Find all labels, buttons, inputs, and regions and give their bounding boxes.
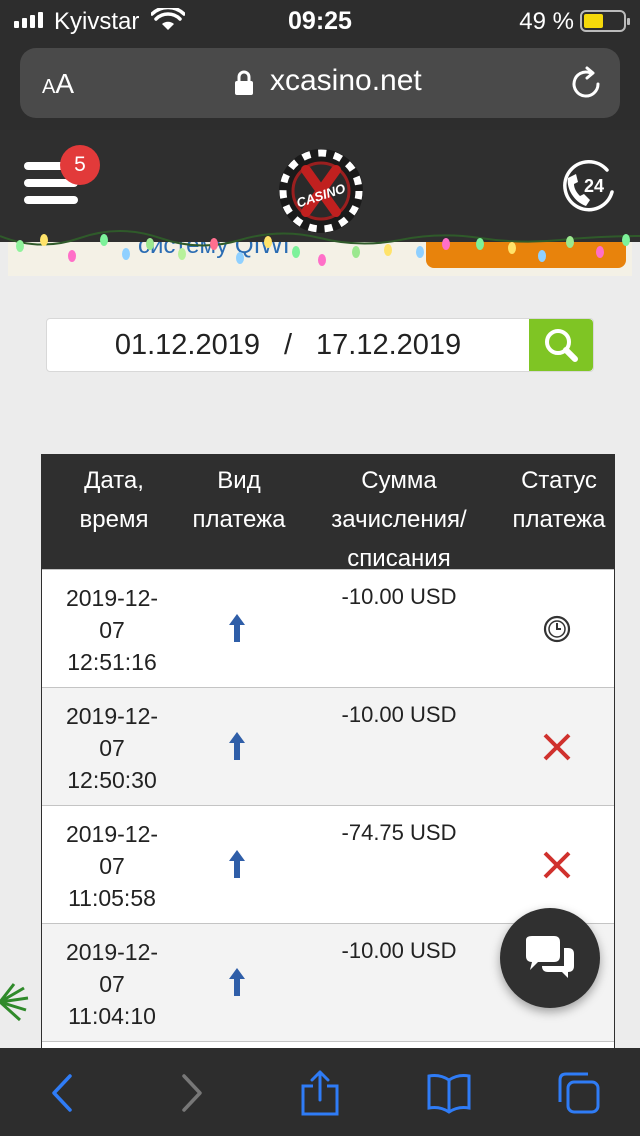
battery-icon <box>580 10 630 32</box>
table-row: 2019-12- 07 12:50:30 -10.00 USD <box>42 687 614 805</box>
row-datetime: 2019-12- 07 12:50:30 <box>65 703 159 793</box>
palm-leaf-decoration <box>0 983 29 1022</box>
arrow-up-icon <box>229 732 245 760</box>
forward-icon[interactable] <box>168 1070 214 1116</box>
battery-percent: 49 % <box>519 8 574 35</box>
date-to[interactable]: 17.12.2019 <box>316 329 461 361</box>
col-header-status: Статус платежа <box>512 467 606 533</box>
col-header-type: Вид платежа <box>192 467 286 533</box>
arrow-up-icon <box>229 850 245 878</box>
text-size-button[interactable]: AA <box>42 68 74 100</box>
casino-logo[interactable]: CASINO <box>278 148 364 234</box>
arrow-up-icon <box>229 968 245 996</box>
search-button[interactable] <box>529 319 593 371</box>
col-header-date: Дата, время <box>79 467 149 533</box>
battery-fill <box>584 14 603 28</box>
url-text[interactable]: xcasino.net <box>270 64 422 98</box>
row-amount: -74.75 USD <box>341 820 457 845</box>
arrow-up-icon <box>229 614 245 642</box>
col-header-amount: Сумма зачисления/ списания <box>331 467 467 572</box>
date-from[interactable]: 01.12.2019 <box>115 329 260 361</box>
row-amount: -10.00 USD <box>341 938 457 963</box>
back-icon[interactable] <box>40 1070 86 1116</box>
date-range-filter[interactable]: 01.12.2019 / 17.12.2019 <box>46 318 594 372</box>
site-header: 5 CASINO 24 <box>0 130 640 242</box>
row-datetime: 2019-12- 07 11:05:58 <box>65 821 159 911</box>
table-row: 2019-12- 07 12:51:16 -10.00 USD <box>42 569 614 687</box>
clock-icon <box>543 615 571 643</box>
chat-button[interactable] <box>500 908 600 1008</box>
tabs-icon[interactable] <box>556 1070 602 1116</box>
browser-address-area: AA xcasino.net <box>0 40 640 130</box>
support-label: 24 <box>584 176 604 196</box>
date-separator: / <box>283 329 293 361</box>
date-range-text[interactable]: 01.12.2019 / 17.12.2019 <box>47 329 529 362</box>
bookmarks-icon[interactable] <box>426 1070 472 1116</box>
table-header: Дата, время Вид платежа Сумма зачисления… <box>42 455 614 572</box>
row-amount: -10.00 USD <box>341 702 457 727</box>
chat-bubbles-icon <box>526 936 574 978</box>
support-24-icon[interactable]: 24 <box>560 158 618 216</box>
share-icon[interactable] <box>297 1070 343 1116</box>
row-datetime: 2019-12- 07 12:51:16 <box>65 585 159 675</box>
row-amount: -10.00 USD <box>341 584 457 609</box>
cross-icon <box>543 733 571 761</box>
notification-badge: 5 <box>60 145 100 185</box>
cross-icon <box>543 851 571 879</box>
row-datetime: 2019-12- 07 11:04:10 <box>65 939 159 1029</box>
lock-icon <box>235 70 253 95</box>
table-row: 2019-12- 07 11:05:58 -74.75 USD <box>42 805 614 923</box>
christmas-garland <box>0 230 640 266</box>
address-bar[interactable]: AA xcasino.net <box>20 48 620 118</box>
status-bar: Kyivstar 09:25 49 % <box>0 0 640 40</box>
search-icon <box>545 329 578 362</box>
browser-toolbar <box>0 1048 640 1136</box>
reload-icon[interactable] <box>568 66 604 102</box>
